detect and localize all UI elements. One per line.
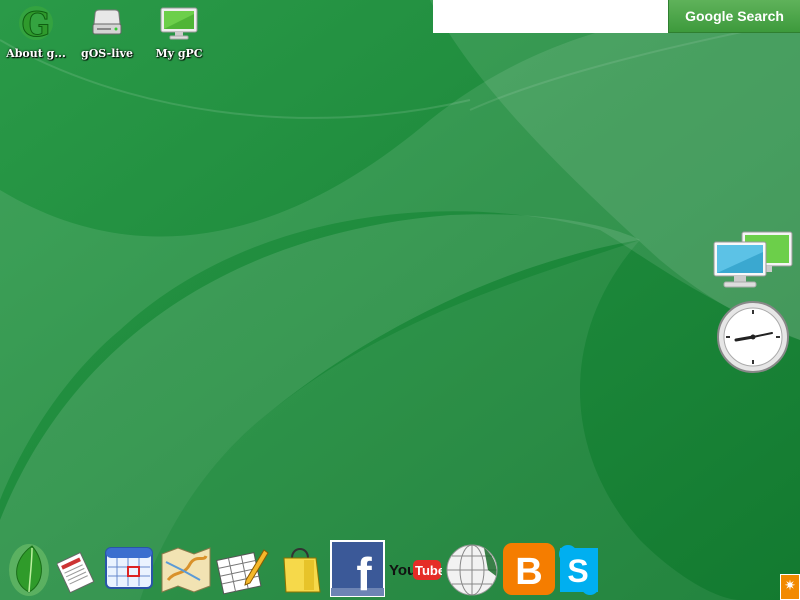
google-search-button[interactable]: Google Search xyxy=(668,0,800,33)
network-computers-icon[interactable] xyxy=(712,230,796,292)
spreadsheet-edit-icon xyxy=(216,549,269,595)
sparkle-icon[interactable]: ✷ xyxy=(780,574,800,600)
desktop-icon-label: My gPC xyxy=(155,47,203,60)
dock-item-leaf[interactable] xyxy=(8,540,50,598)
desktop-icon-label: gOS-live xyxy=(81,47,133,60)
blogger-logo-text: B xyxy=(515,551,542,593)
facebook-logo-text: f xyxy=(356,548,372,598)
dock-item-calendar[interactable] xyxy=(104,540,154,598)
monitor-icon xyxy=(160,7,198,40)
desktop-icon-about[interactable]: G About g... xyxy=(0,4,72,61)
map-icon xyxy=(161,547,211,593)
desktop-icon-gos-live[interactable]: gOS-live xyxy=(71,4,143,60)
youtube-you-text: You xyxy=(389,562,416,579)
blogger-icon: B xyxy=(503,543,555,595)
gos-logo-icon: G xyxy=(19,5,53,42)
facebook-icon: f xyxy=(330,540,385,598)
dock-item-facebook[interactable]: f xyxy=(330,540,385,598)
desktop-wallpaper xyxy=(0,0,800,600)
calendar-icon xyxy=(105,547,153,589)
application-dock: f You Tube B S xyxy=(0,540,800,600)
skype-icon: S xyxy=(559,545,598,595)
dock-item-youtube[interactable]: You Tube xyxy=(388,540,442,598)
drive-icon xyxy=(92,9,122,35)
wikipedia-icon xyxy=(446,544,498,596)
clock-icon[interactable] xyxy=(716,300,790,374)
skype-logo-text: S xyxy=(567,553,588,589)
youtube-icon: You Tube xyxy=(389,560,442,580)
dock-item-map[interactable] xyxy=(160,540,212,598)
dock-item-blogger[interactable]: B xyxy=(502,540,556,598)
shopping-bag-icon xyxy=(283,548,321,593)
desktop-icon-my-gpc[interactable]: My gPC xyxy=(143,4,215,60)
desktop-icon-label: About g... xyxy=(6,47,66,60)
news-icon xyxy=(57,551,95,594)
svg-text:G: G xyxy=(21,5,50,42)
youtube-tube-text: Tube xyxy=(415,563,442,578)
leaf-icon xyxy=(9,544,49,596)
search-input[interactable] xyxy=(433,0,668,33)
dock-item-shopping[interactable] xyxy=(278,540,324,598)
dock-item-wikipedia[interactable] xyxy=(444,540,500,598)
dock-item-news[interactable] xyxy=(57,540,97,598)
dock-item-spreadsheet[interactable] xyxy=(216,540,270,598)
dock-item-skype[interactable]: S xyxy=(558,540,598,598)
